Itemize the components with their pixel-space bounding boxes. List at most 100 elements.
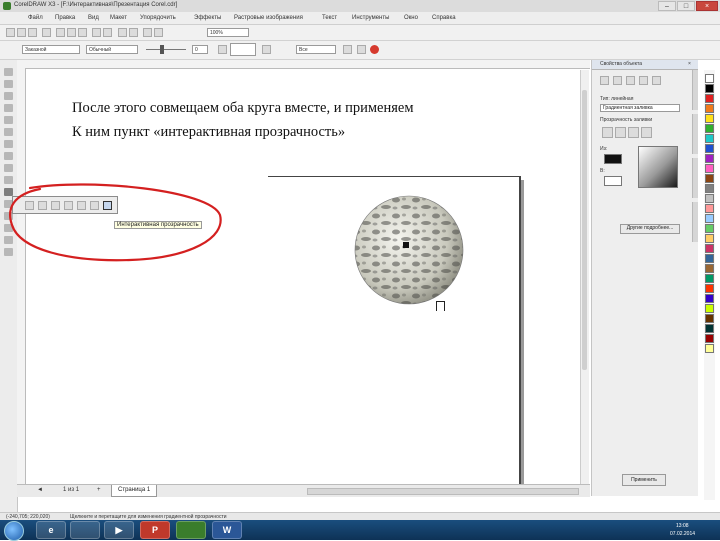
horizontal-scrollbar[interactable] — [307, 488, 579, 495]
palette-swatch[interactable] — [705, 164, 714, 173]
summary-tab-icon[interactable] — [652, 76, 661, 85]
clock-time[interactable]: 13:08 — [676, 523, 689, 529]
scrollbar-thumb[interactable] — [582, 90, 587, 370]
coreldraw-task-icon[interactable] — [176, 521, 206, 539]
palette-swatch[interactable] — [705, 334, 714, 343]
ellipse-tool-icon[interactable] — [4, 152, 13, 160]
palette-swatch[interactable] — [705, 104, 714, 113]
freehand-tool-icon[interactable] — [4, 116, 13, 124]
units-select[interactable]: Обычный — [86, 45, 138, 54]
minimize-button[interactable]: – — [658, 1, 676, 11]
more-options-button[interactable]: Другие подробнее... — [620, 224, 680, 234]
textured-sphere[interactable] — [352, 195, 476, 308]
rectangle-tool-icon[interactable] — [4, 140, 13, 148]
menu-help[interactable]: Справка — [432, 15, 456, 21]
freeze-icon[interactable] — [262, 45, 271, 54]
page-tab-1[interactable]: Страница 1 — [111, 485, 158, 497]
palette-swatch[interactable] — [705, 74, 714, 83]
paste-button[interactable] — [78, 28, 87, 37]
conical-fill-icon[interactable] — [628, 127, 639, 138]
palette-swatch[interactable] — [705, 264, 714, 273]
crop-tool-icon[interactable] — [4, 92, 13, 100]
palette-swatch[interactable] — [705, 124, 714, 133]
from-color-picker[interactable] — [604, 154, 622, 164]
menu-file[interactable]: Файл — [28, 15, 43, 21]
opacity-slider-handle[interactable] — [160, 45, 164, 54]
menu-view[interactable]: Вид — [88, 15, 99, 21]
palette-swatch[interactable] — [705, 194, 714, 203]
fill-tab-icon[interactable] — [600, 76, 609, 85]
palette-swatch[interactable] — [705, 254, 714, 263]
outline-tab-icon[interactable] — [613, 76, 622, 85]
palette-swatch[interactable] — [705, 294, 714, 303]
palette-swatch[interactable] — [705, 304, 714, 313]
paper-size-select[interactable]: Заказной — [22, 45, 80, 54]
start-button-icon[interactable] — [4, 521, 24, 541]
palette-swatch[interactable] — [705, 174, 714, 183]
clock-date[interactable]: 07.02.2014 — [670, 531, 695, 537]
copy-button[interactable] — [67, 28, 76, 37]
palette-swatch[interactable] — [705, 84, 714, 93]
powerpoint-task-icon[interactable]: P — [140, 521, 170, 539]
new-document-button[interactable] — [6, 28, 15, 37]
add-page-button[interactable]: + — [97, 487, 101, 493]
palette-swatch[interactable] — [705, 204, 714, 213]
internet-tab-icon[interactable] — [639, 76, 648, 85]
palette-swatch[interactable] — [705, 154, 714, 163]
palette-swatch[interactable] — [705, 344, 714, 353]
menu-edit[interactable]: Правка — [55, 15, 75, 21]
application-launcher-button[interactable] — [143, 28, 152, 37]
open-button[interactable] — [17, 28, 26, 37]
palette-swatch[interactable] — [705, 134, 714, 143]
close-button[interactable]: × — [696, 1, 718, 11]
gradient-end-handle[interactable] — [436, 301, 445, 311]
linear-fill-icon[interactable] — [602, 127, 613, 138]
line-width-field[interactable]: 0 — [192, 45, 208, 54]
angle-icon[interactable] — [218, 45, 227, 54]
docker-close-icon[interactable]: × — [688, 61, 691, 67]
palette-swatch[interactable] — [705, 224, 714, 233]
menu-bitmaps[interactable]: Растровые изображения — [234, 15, 303, 21]
corel-online-button[interactable] — [154, 28, 163, 37]
file-explorer-task-icon[interactable] — [70, 521, 100, 539]
vertical-ruler[interactable] — [17, 68, 26, 484]
smart-fill-tool-icon[interactable] — [4, 128, 13, 136]
menu-tools[interactable]: Инструменты — [352, 15, 389, 21]
export-button[interactable] — [129, 28, 138, 37]
cut-button[interactable] — [56, 28, 65, 37]
palette-swatch[interactable] — [705, 94, 714, 103]
copy-transparency-icon[interactable] — [343, 45, 352, 54]
clear-transparency-icon[interactable] — [357, 45, 366, 54]
maximize-button[interactable]: □ — [677, 1, 695, 11]
clear-transparency-red-icon[interactable] — [370, 45, 379, 54]
menu-layout[interactable]: Макет — [110, 15, 127, 21]
docker-side-tab-1[interactable] — [692, 70, 698, 110]
docker-side-tab-3[interactable] — [692, 158, 698, 198]
radial-fill-icon[interactable] — [615, 127, 626, 138]
shape-tool-icon[interactable] — [4, 80, 13, 88]
palette-swatch[interactable] — [705, 214, 714, 223]
general-tab-icon[interactable] — [626, 76, 635, 85]
word-task-icon[interactable]: W — [212, 521, 242, 539]
menu-text[interactable]: Текст — [322, 15, 337, 21]
redo-button[interactable] — [103, 28, 112, 37]
transparency-type-select[interactable]: Градиентная заливка — [600, 104, 680, 112]
square-fill-icon[interactable] — [641, 127, 652, 138]
horizontal-ruler[interactable] — [17, 60, 590, 69]
print-button[interactable] — [42, 28, 51, 37]
menu-effects[interactable]: Эффекты — [194, 15, 221, 21]
vertical-scrollbar[interactable] — [580, 70, 589, 484]
to-color-picker[interactable] — [604, 176, 622, 186]
palette-swatch[interactable] — [705, 324, 714, 333]
undo-button[interactable] — [92, 28, 101, 37]
menu-window[interactable]: Окно — [404, 15, 418, 21]
opacity-slider-track[interactable] — [146, 49, 186, 50]
apply-button[interactable]: Применить — [622, 474, 666, 486]
internet-explorer-task-icon[interactable]: e — [36, 521, 66, 539]
transparency-target-select[interactable]: Все — [296, 45, 336, 54]
palette-swatch[interactable] — [705, 274, 714, 283]
media-player-task-icon[interactable]: ▶ — [104, 521, 134, 539]
docker-side-tab-2[interactable] — [692, 114, 698, 154]
palette-swatch[interactable] — [705, 144, 714, 153]
docker-side-tab-4[interactable] — [692, 202, 698, 242]
